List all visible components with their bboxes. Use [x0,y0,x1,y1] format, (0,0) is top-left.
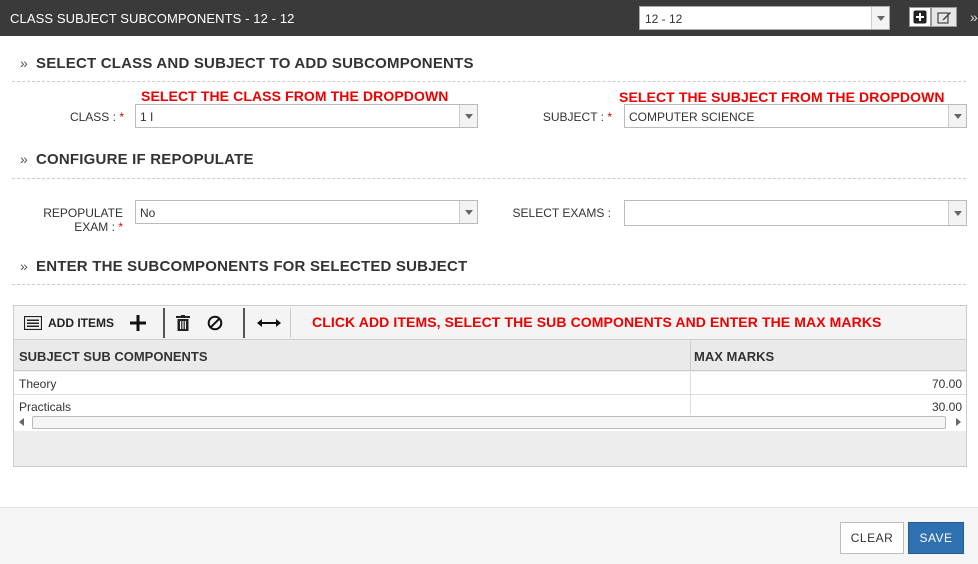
subject-label-text: SUBJECT : [542,110,604,124]
toolbar-separator [243,308,245,338]
resize-columns-button[interactable] [257,306,281,340]
select-exams-select[interactable] [624,200,967,226]
divider [12,284,966,285]
page-title: CLASS SUBJECT SUBCOMPONENTS - 12 - 12 [10,11,295,26]
add-items-button[interactable]: ADD ITEMS [24,306,114,340]
more-icon[interactable]: » [970,9,978,25]
divider [12,81,966,82]
add-items-label: ADD ITEMS [48,316,114,330]
section-repopulate-title: CONFIGURE IF REPOPULATE [36,151,254,168]
scroll-right-icon[interactable] [956,418,961,426]
chevron-down-icon[interactable] [948,201,966,225]
class-label-text: CLASS : [69,110,116,124]
table-row[interactable]: Practicals 30.00 [14,395,966,414]
repopulate-label-line1: REPOPULATE [43,206,123,220]
required-mark: * [118,220,123,234]
grid-header: SUBJECT SUB COMPONENTS MAX MARKS [14,341,966,371]
column-header-subcomponents[interactable]: SUBJECT SUB COMPONENTS [19,349,208,364]
chevron-down-icon[interactable] [459,201,477,223]
edit-button[interactable] [931,7,957,27]
scrollbar-track[interactable] [32,416,946,429]
academic-year-value: 12 - 12 [645,12,683,26]
column-header-max-marks[interactable]: MAX MARKS [694,349,774,364]
class-select-value: 1 I [140,110,154,124]
section-select-heading: » SELECT CLASS AND SUBJECT TO ADD SUBCOMP… [20,55,474,72]
ban-icon [207,315,223,331]
list-icon [24,316,42,330]
toolbar-separator [163,308,165,338]
section-repopulate-heading: » CONFIGURE IF REPOPULATE [20,151,254,168]
double-chevron-right-icon: » [20,55,28,71]
class-hint: SELECT THE CLASS FROM THE DROPDOWN [141,88,449,104]
class-label: CLASS : * [40,110,124,124]
scroll-left-icon[interactable] [19,418,24,426]
column-divider [690,395,691,414]
chevron-down-icon[interactable] [459,105,477,127]
delete-button[interactable] [176,306,190,340]
plus-icon [130,315,146,331]
column-divider [690,341,691,371]
section-select-title: SELECT CLASS AND SUBJECT TO ADD SUBCOMPO… [36,55,474,72]
required-mark: * [607,110,612,124]
footer: CLEAR SAVE [0,507,978,564]
required-mark: * [119,110,124,124]
column-divider [690,372,691,394]
grid-toolbar: ADD ITEMS CLICK ADD ITEMS, SELECT THE SU… [14,306,966,340]
title-bar: CLASS SUBJECT SUBCOMPONENTS - 12 - 12 12… [0,0,978,36]
horizontal-scrollbar[interactable] [14,414,966,431]
add-row-button[interactable] [130,306,146,340]
double-chevron-right-icon: » [20,258,28,274]
class-select[interactable]: 1 I [135,104,478,128]
plus-square-icon [913,10,927,24]
trash-icon [176,315,190,331]
select-exams-label: SELECT EXAMS : [512,206,611,220]
add-button[interactable] [909,7,931,27]
cancel-button[interactable] [207,306,223,340]
section-enter-heading: » ENTER THE SUBCOMPONENTS FOR SELECTED SU… [20,258,467,275]
table-row[interactable]: Theory 70.00 [14,372,966,395]
cell-max-marks[interactable]: 30.00 [932,400,962,414]
academic-year-select[interactable]: 12 - 12 [639,6,890,30]
cell-max-marks[interactable]: 70.00 [932,377,962,391]
edit-icon [936,12,951,24]
repopulate-exam-value: No [140,206,156,220]
arrows-horizontal-icon [257,319,281,327]
repopulate-label-line2: EXAM : [74,220,115,234]
subject-select-value: COMPUTER SCIENCE [629,110,755,124]
subject-label: SUBJECT : * [530,110,612,124]
grid-hint: CLICK ADD ITEMS, SELECT THE SUB COMPONEN… [312,314,882,330]
repopulate-exam-select[interactable]: No [135,200,478,224]
cell-component[interactable]: Theory [19,377,56,391]
toolbar-separator [290,308,291,338]
cell-component[interactable]: Practicals [19,400,71,414]
divider [12,178,966,179]
save-button[interactable]: SAVE [908,522,964,554]
subcomponents-grid: ADD ITEMS CLICK ADD ITEMS, SELECT THE SU… [13,305,967,467]
repopulate-exam-label: REPOPULATE EXAM : * [30,206,123,234]
clear-button[interactable]: CLEAR [840,522,904,554]
double-chevron-right-icon: » [20,151,28,167]
chevron-down-icon[interactable] [948,105,966,127]
section-enter-title: ENTER THE SUBCOMPONENTS FOR SELECTED SUB… [36,258,468,275]
chevron-down-icon[interactable] [871,7,889,29]
subject-select[interactable]: COMPUTER SCIENCE [624,104,967,128]
subject-hint: SELECT THE SUBJECT FROM THE DROPDOWN [619,89,945,105]
